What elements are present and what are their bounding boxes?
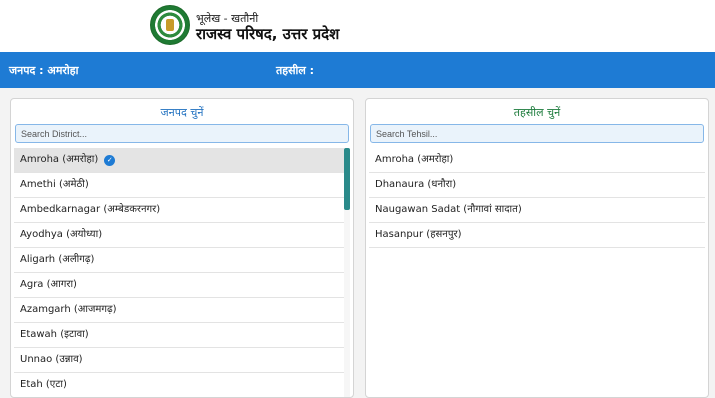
district-item-ayodhya[interactable]: Ayodhya (अयोध्या) (14, 223, 350, 248)
tehsil-search-input[interactable] (370, 124, 704, 143)
district-item-ambedkarnagar[interactable]: Ambedkarnagar (अम्बेडकरनगर) (14, 198, 350, 223)
site-header: भूलेख - खतौनी राजस्व परिषद, उत्तर प्रदेश (0, 0, 715, 52)
district-item-amroha[interactable]: Amroha (अमरोहा) ✓ (14, 148, 350, 173)
district-item-label: Ambedkarnagar (अम्बेडकरनगर) (20, 204, 161, 215)
district-item-label: Etah (एटा) (20, 379, 67, 390)
tehsil-item-naugawan-sadat[interactable]: Naugawan Sadat (नौगावां सादात) (369, 198, 705, 223)
district-item-label: Amroha (अमरोहा) (20, 154, 99, 165)
selected-tehsil-label: तहसील : (276, 64, 315, 77)
district-item-unnao[interactable]: Unnao (उन्नाव) (14, 348, 350, 373)
district-item-label: Aligarh (अलीगढ़) (20, 254, 95, 265)
district-scrollbar[interactable] (344, 148, 350, 397)
tehsil-item-label: Dhanaura (धनौरा) (375, 179, 457, 190)
emblem-logo-icon (150, 5, 190, 45)
district-item-etah[interactable]: Etah (एटा) (14, 373, 350, 397)
district-item-label: Unnao (उन्नाव) (20, 354, 83, 365)
district-item-agra[interactable]: Agra (आगरा) (14, 273, 350, 298)
tehsil-item-hasanpur[interactable]: Hasanpur (हसनपुर) (369, 223, 705, 248)
district-item-label: Agra (आगरा) (20, 279, 77, 290)
tehsil-item-label: Hasanpur (हसनपुर) (375, 229, 462, 240)
district-list: Amroha (अमरोहा) ✓ Amethi (अमेठी) Ambedka… (14, 148, 350, 397)
tehsil-list: Amroha (अमरोहा) Dhanaura (धनौरा) Naugawa… (369, 148, 705, 397)
district-item-aligarh[interactable]: Aligarh (अलीगढ़) (14, 248, 350, 273)
district-panel: जनपद चुनें Amroha (अमरोहा) ✓ Amethi (अमे… (10, 98, 354, 398)
tehsil-panel: तहसील चुनें Amroha (अमरोहा) Dhanaura (धन… (365, 98, 709, 398)
district-search-input[interactable] (15, 124, 349, 143)
district-item-amethi[interactable]: Amethi (अमेठी) (14, 173, 350, 198)
district-item-etawah[interactable]: Etawah (इटावा) (14, 323, 350, 348)
district-item-label: Amethi (अमेठी) (20, 179, 89, 190)
tehsil-item-label: Naugawan Sadat (नौगावां सादात) (375, 204, 522, 215)
tehsil-item-amroha[interactable]: Amroha (अमरोहा) (369, 148, 705, 173)
district-item-label: Etawah (इटावा) (20, 329, 89, 340)
district-item-azamgarh[interactable]: Azamgarh (आजमगढ़) (14, 298, 350, 323)
brand-title: राजस्व परिषद, उत्तर प्रदेश (196, 25, 340, 43)
tehsil-item-dhanaura[interactable]: Dhanaura (धनौरा) (369, 173, 705, 198)
tehsil-panel-title: तहसील चुनें (513, 106, 561, 119)
tehsil-item-label: Amroha (अमरोहा) (375, 154, 454, 165)
district-item-label: Ayodhya (अयोध्या) (20, 229, 103, 240)
check-circle-icon: ✓ (104, 154, 116, 166)
selection-bar: जनपद : अमरोहा तहसील : (0, 52, 715, 88)
district-scrollbar-thumb[interactable] (344, 148, 350, 210)
district-item-label: Azamgarh (आजमगढ़) (20, 304, 117, 315)
district-panel-title: जनपद चुनें (160, 106, 204, 119)
selected-district-label: जनपद : अमरोहा (9, 64, 79, 77)
